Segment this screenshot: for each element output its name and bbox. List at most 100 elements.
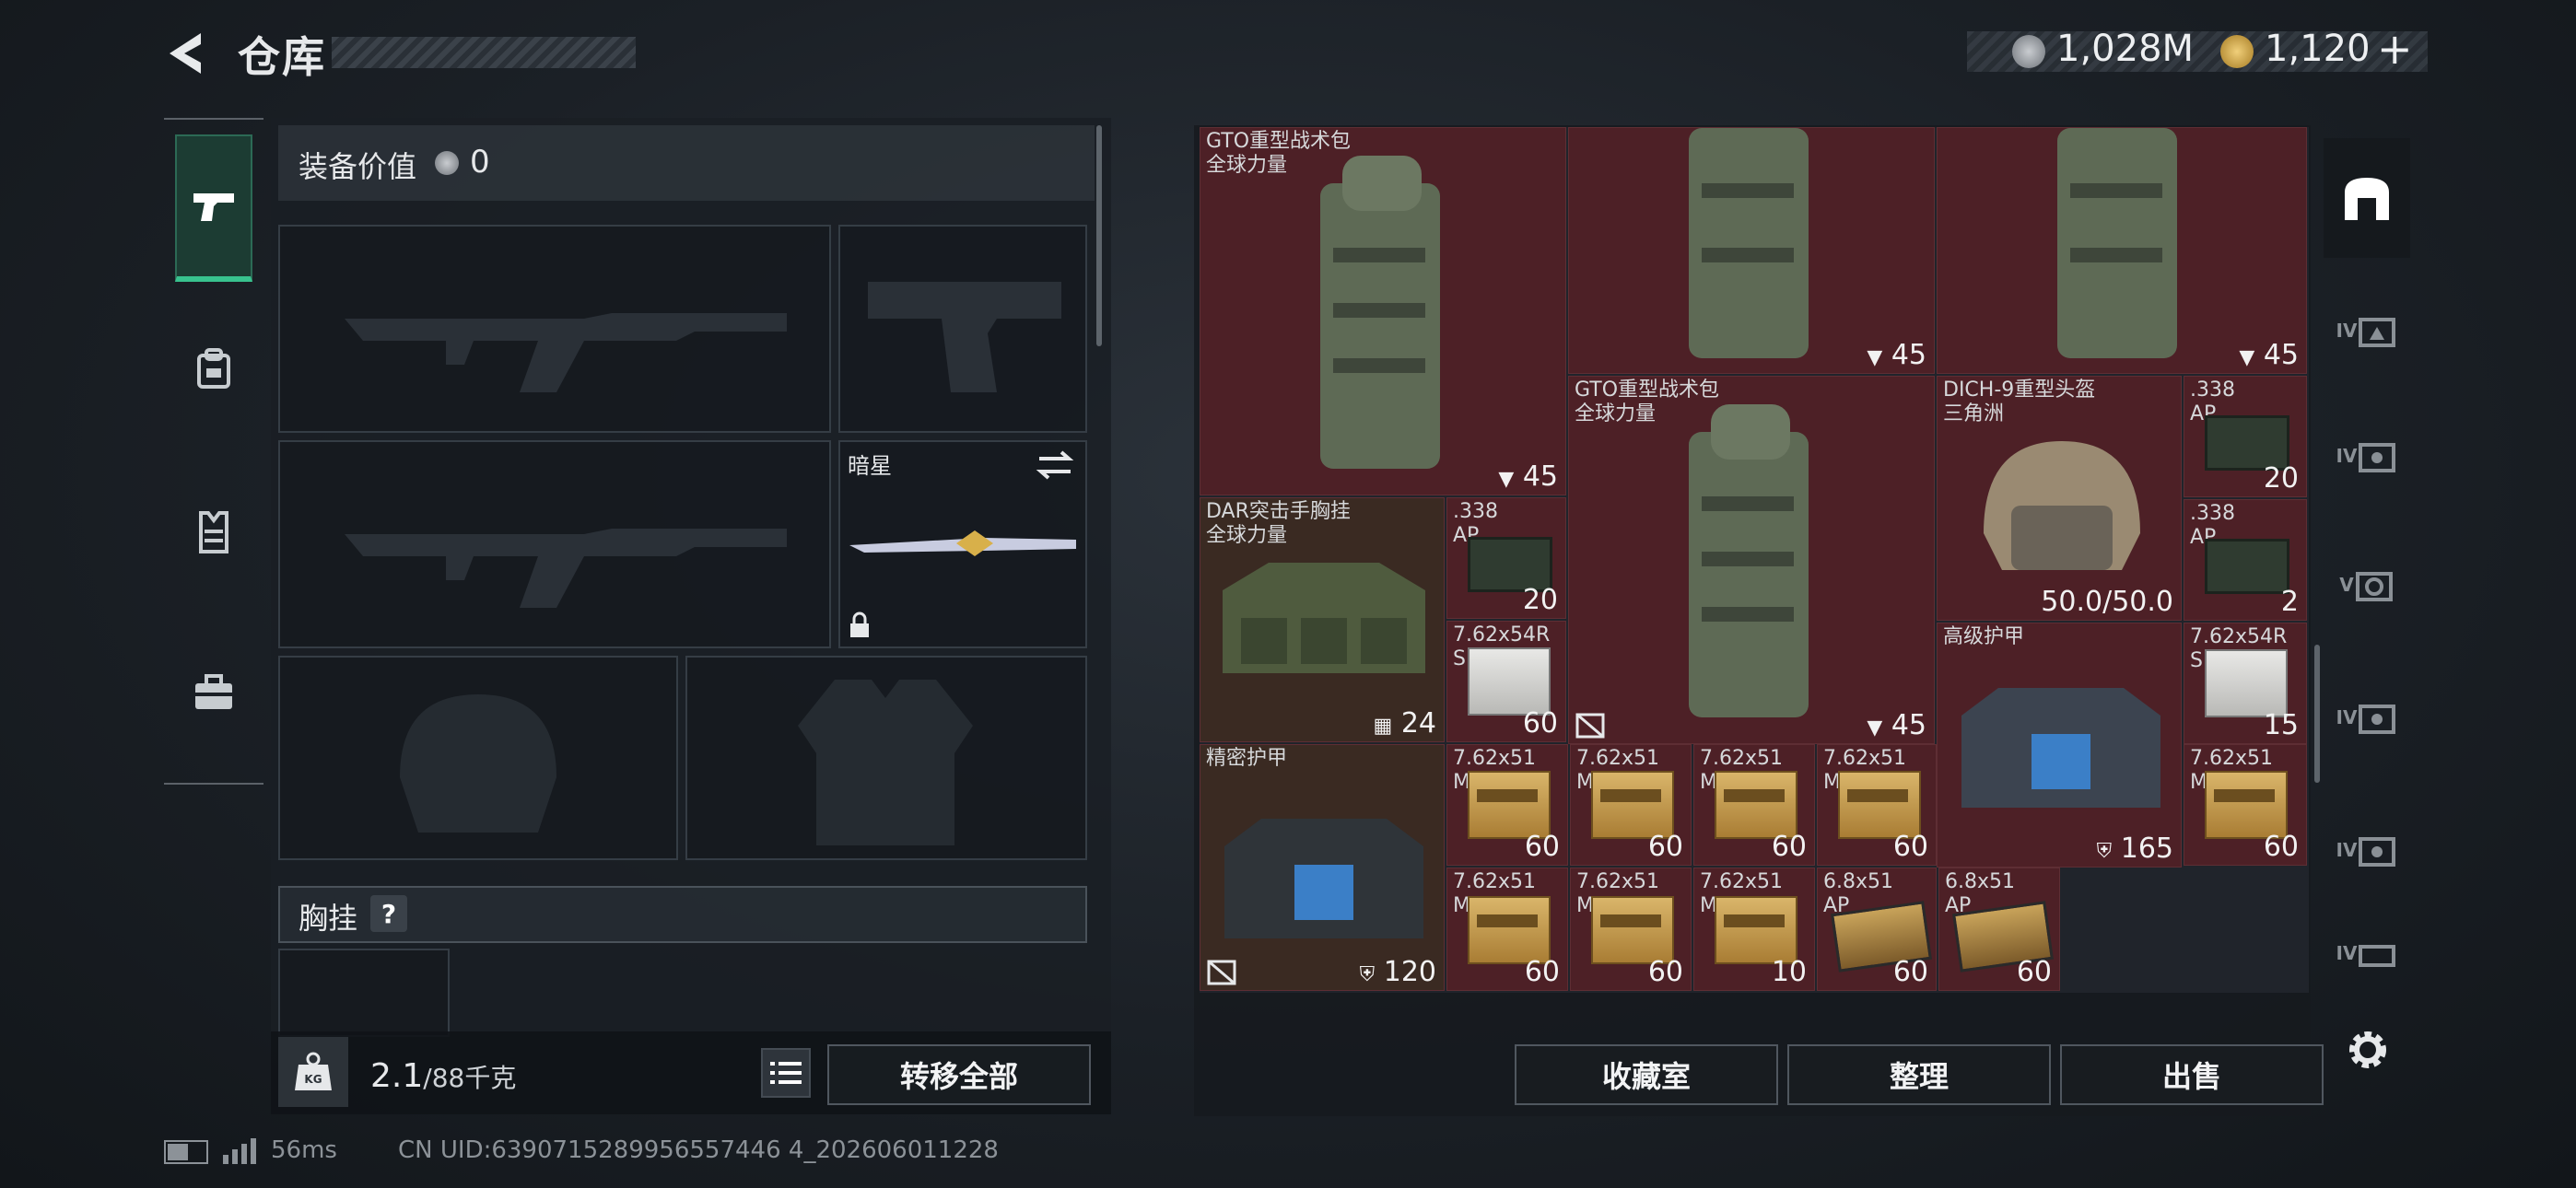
stash-tab-5[interactable]: IV xyxy=(2324,658,2410,777)
back-button[interactable] xyxy=(164,29,210,77)
item-count: ▼ 45 xyxy=(1498,460,1558,493)
stash-item-ammo[interactable]: .338 AP 2 xyxy=(2184,499,2307,621)
tab-level: V xyxy=(2339,574,2354,596)
ammo-box-image xyxy=(1715,896,1797,964)
stash-item-ammo[interactable]: .338 AP 20 xyxy=(1446,497,1566,619)
helmet-silhouette-icon xyxy=(400,694,556,833)
item-count: 60 xyxy=(1524,956,1560,988)
armor-slot[interactable] xyxy=(685,656,1087,860)
category-vest[interactable] xyxy=(175,459,252,606)
weight-icon: KG xyxy=(278,1037,348,1107)
ammo-box-image xyxy=(1591,896,1674,964)
backpack-image xyxy=(2057,128,2177,358)
stash-item-armor[interactable]: 高级护甲 ⛨ 165 xyxy=(1937,623,2182,868)
secondary-primary-slot[interactable] xyxy=(278,440,831,648)
stash-item-helmet[interactable]: DICH-9重型头盔 三角洲 50.0/50.0 xyxy=(1937,376,2182,621)
stash-item-backpack[interactable]: GTO重型战术包 全球力量 ▼ 45 xyxy=(1200,127,1566,495)
primary-weapon-slot[interactable] xyxy=(278,225,831,433)
stash-tab-2[interactable]: IV xyxy=(2324,271,2410,390)
help-icon[interactable]: ? xyxy=(370,895,407,932)
melee-slot[interactable]: 暗星 xyxy=(838,440,1087,648)
svg-text:KG: KG xyxy=(304,1073,322,1086)
stash-item-ammo[interactable]: 7.62x51 M61 10 xyxy=(1693,868,1815,991)
stash-item-chest-rig[interactable]: DAR突击手胸挂 全球力量 ▦ 24 xyxy=(1200,497,1445,742)
signal-icon xyxy=(223,1138,256,1164)
stash-item-backpack[interactable]: ▼ 45 xyxy=(1568,127,1935,374)
backpack-image xyxy=(1689,128,1809,358)
stash-case-icon xyxy=(2359,945,2396,967)
secondary-weapon-slot[interactable] xyxy=(838,225,1087,433)
helmet-slot[interactable] xyxy=(278,656,678,860)
stash-item-ammo[interactable]: 7.62x51 M61 60 xyxy=(1693,744,1815,866)
item-count-value: 165 xyxy=(2120,833,2173,865)
item-name: DICH-9重型头盔 三角洲 xyxy=(1943,379,2096,425)
melee-name: 暗星 xyxy=(848,453,892,479)
stash-item-backpack[interactable]: ▼ 45 xyxy=(1937,127,2307,374)
stash-item-armor[interactable]: 精密护甲 ⛨ 120 xyxy=(1200,744,1445,991)
ammo-box-image xyxy=(2205,649,2288,717)
coin-icon xyxy=(2012,35,2045,68)
stash-item-backpack[interactable]: GTO重型战术包 全球力量 ▼ 45 xyxy=(1568,376,1935,744)
stash-item-ammo[interactable]: 7.62x51 M61 60 xyxy=(1570,744,1692,866)
armor-bag-image xyxy=(1961,688,2160,808)
stash-tab-3[interactable]: IV xyxy=(2324,396,2410,516)
list-icon xyxy=(770,1062,802,1084)
item-count-value: 45 xyxy=(2263,339,2299,371)
item-durability: 50.0/50.0 xyxy=(2041,586,2173,618)
backpack-image xyxy=(1320,156,1440,469)
ammo-box-image xyxy=(1468,771,1551,839)
stash-item-ammo[interactable]: 7.62x51 M61 60 xyxy=(1817,744,1937,866)
item-count: 60 xyxy=(1647,831,1683,863)
item-name: DAR突击手胸挂 全球力量 xyxy=(1206,500,1351,547)
back-arrow-icon xyxy=(170,33,201,74)
stash-case-icon xyxy=(2359,705,2396,734)
add-currency-button[interactable]: + xyxy=(2377,24,2413,74)
item-count: 10 xyxy=(1771,956,1807,988)
transfer-all-button[interactable]: 转移全部 xyxy=(827,1044,1091,1105)
ammo-box-image xyxy=(1591,771,1674,839)
stash-item-ammo[interactable]: 7.62x51 M61 60 xyxy=(1570,868,1692,991)
item-count: 60 xyxy=(1522,707,1558,740)
category-helmet[interactable] xyxy=(175,295,252,442)
stash-item-ammo[interactable]: 6.8x51 AP 60 xyxy=(1938,868,2060,991)
item-count-value: 45 xyxy=(1891,709,1926,741)
stash-item-ammo[interactable]: 7.62x51 M61 60 xyxy=(1446,744,1568,866)
stash-tab-main[interactable] xyxy=(2324,138,2410,258)
list-view-button[interactable] xyxy=(761,1048,811,1098)
equipment-scrollbar[interactable] xyxy=(1096,125,1102,346)
coin-icon xyxy=(435,151,459,175)
weight-current: 2.1 xyxy=(370,1057,424,1095)
stash-item-ammo[interactable]: 7.62x51 M61 60 xyxy=(2184,744,2307,866)
stash-tab-7[interactable]: IV xyxy=(2324,921,2410,985)
stash-case-icon xyxy=(2359,837,2396,867)
stash-item-ammo[interactable]: 7.62x54R SNB 15 xyxy=(2184,623,2307,744)
stash-item-ammo[interactable]: 7.62x54R SNB 60 xyxy=(1446,621,1566,742)
sell-button[interactable]: 出售 xyxy=(2060,1044,2324,1105)
uid-text: CN UID:6390715289956557446 4_20260601122… xyxy=(398,1136,999,1164)
tab-level: IV xyxy=(2336,839,2358,861)
lock-icon xyxy=(850,611,869,637)
settings-button[interactable] xyxy=(2342,1024,2394,1076)
category-case[interactable] xyxy=(175,619,252,766)
category-weapons[interactable] xyxy=(175,134,252,282)
item-count-value: 120 xyxy=(1383,956,1436,988)
item-count-value: 24 xyxy=(1400,707,1436,740)
item-count: 60 xyxy=(1771,831,1807,863)
swap-icon[interactable] xyxy=(1036,449,1074,481)
no-sell-icon xyxy=(1207,960,1236,985)
stash-item-ammo[interactable]: 7.62x51 M61 60 xyxy=(1446,868,1568,991)
sort-button[interactable]: 整理 xyxy=(1787,1044,2051,1105)
helmet-image xyxy=(1984,441,2140,570)
item-count: ▼ 45 xyxy=(1867,339,1926,371)
item-count: 2 xyxy=(2280,586,2299,618)
stash-item-ammo[interactable]: .338 AP 20 xyxy=(2184,376,2307,497)
tab-level: IV xyxy=(2336,445,2358,467)
stash-tab-4[interactable]: V xyxy=(2324,525,2410,645)
chest-rig-slot[interactable] xyxy=(278,949,450,1037)
ammo-can-image xyxy=(2205,539,2289,594)
pistol-icon xyxy=(193,193,234,221)
stash-tab-6[interactable]: IV xyxy=(2324,790,2410,910)
stash-item-ammo[interactable]: 6.8x51 AP 60 xyxy=(1817,868,1937,991)
collection-room-button[interactable]: 收藏室 xyxy=(1515,1044,1778,1105)
armor-bag-image xyxy=(1224,819,1423,938)
